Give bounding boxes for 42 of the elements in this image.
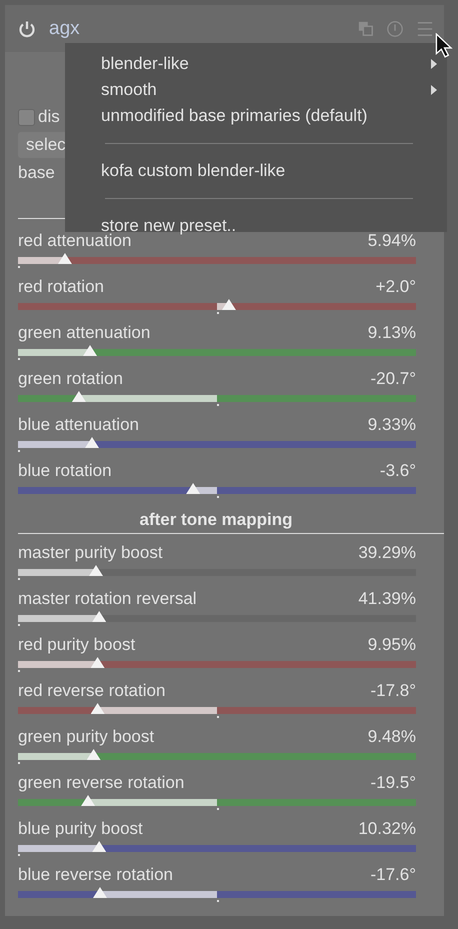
slider-value: 10.32% — [358, 818, 416, 840]
slider-label: red purity boost — [18, 634, 136, 656]
slider-label: red reverse rotation — [18, 680, 166, 702]
menu-item[interactable]: kofa custom blender-like — [101, 158, 447, 184]
slider-thumb[interactable] — [89, 565, 103, 576]
slider-label: master purity boost — [18, 542, 163, 564]
slider-value: 39.29% — [358, 542, 416, 564]
checkbox-label: dis — [38, 107, 60, 127]
slider-value: 9.95% — [368, 634, 416, 656]
checkbox[interactable] — [18, 108, 35, 126]
submenu-arrow-icon — [431, 59, 437, 69]
slider-label: green reverse rotation — [18, 772, 184, 794]
section-heading: after tone mapping — [18, 509, 444, 534]
slider-label: blue reverse rotation — [18, 864, 173, 886]
slider-label: blue purity boost — [18, 818, 143, 840]
slider-label: master rotation reversal — [18, 588, 197, 610]
cursor-icon — [435, 33, 453, 59]
menu-item[interactable]: unmodified base primaries (default) — [101, 103, 447, 129]
slider-value: 9.48% — [368, 726, 416, 748]
slider-value: 9.13% — [368, 322, 416, 344]
module-title: agx — [49, 18, 80, 40]
slider-value: -19.5° — [370, 772, 416, 794]
slider-value: -20.7° — [370, 368, 416, 390]
slider-value: -17.8° — [370, 680, 416, 702]
slider-label: green attenuation — [18, 322, 150, 344]
power-icon[interactable] — [17, 18, 37, 38]
slider-value: -17.6° — [370, 864, 416, 886]
slider-label: red rotation — [18, 276, 104, 298]
slider-label: green purity boost — [18, 726, 154, 748]
menu-item[interactable]: smooth — [101, 77, 447, 103]
menu-item[interactable]: blender-like — [101, 51, 447, 77]
submenu-arrow-icon — [431, 85, 437, 95]
slider-value: -3.6° — [380, 460, 416, 482]
slider-label: blue attenuation — [18, 414, 139, 436]
slider-value: 9.33% — [368, 414, 416, 436]
slider-label: green rotation — [18, 368, 123, 390]
slider-value: 41.39% — [358, 588, 416, 610]
slider-label: blue rotation — [18, 460, 112, 482]
slider-value: +2.0° — [376, 276, 416, 298]
slider-label: red attenuation — [18, 231, 132, 252]
field-label: base — [18, 162, 56, 184]
slider-value: 5.94% — [368, 230, 416, 252]
